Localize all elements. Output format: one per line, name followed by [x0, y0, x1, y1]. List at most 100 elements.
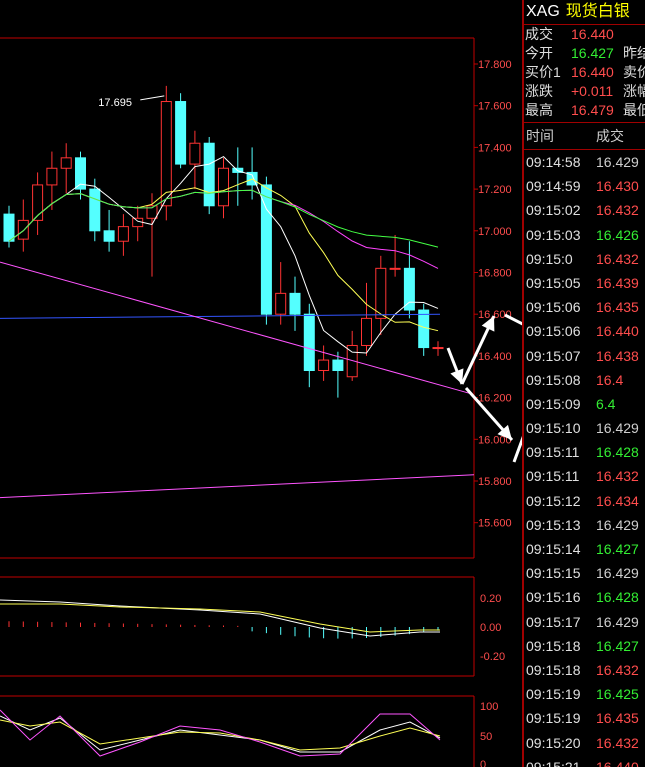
tick-row[interactable]: 09:15:08 16.4 — [524, 368, 645, 392]
tick-row[interactable]: 09:15:19 16.425 — [524, 682, 645, 706]
tick-row[interactable]: 09:15:16 16.428 — [524, 585, 645, 609]
macd-dea-line — [0, 603, 440, 633]
tick-row[interactable]: 09:15:06 16.435 — [524, 295, 645, 319]
tick-price: 16.440 — [596, 323, 639, 340]
tick-price: 16.432 — [596, 734, 639, 751]
tick-row[interactable]: 09:15:11 16.432 — [524, 464, 645, 488]
candle-body — [3, 213, 15, 242]
tick-price: 16.428 — [596, 444, 639, 461]
y-tick-label: 17.800 — [478, 59, 512, 71]
tick-time: 09:15:11 — [526, 468, 580, 485]
tick-price: 16.428 — [596, 589, 639, 606]
candle-body — [218, 167, 229, 207]
macd-tick-label: -0.20 — [480, 651, 505, 663]
tick-row[interactable]: 09:14:58 16.429 — [524, 150, 645, 174]
tick-row[interactable]: 09:15:05 16.439 — [524, 271, 645, 295]
tick-time: 09:15:13 — [526, 516, 581, 533]
tick-row[interactable]: 09:15:02 16.432 — [524, 198, 645, 222]
tick-row[interactable]: 09:14:59 16.430 — [524, 174, 645, 198]
tick-row[interactable]: 09:15:11 16.428 — [524, 440, 645, 464]
candle-body — [60, 157, 72, 169]
quote-label: 买价1 — [525, 64, 561, 80]
tick-time: 09:15:14 — [526, 541, 581, 557]
trend-line-down — [0, 261, 471, 394]
tick-row[interactable]: 09:15:18 16.432 — [524, 658, 645, 682]
y-tick-label: 16.800 — [478, 268, 512, 280]
quote-label: 成交 — [525, 26, 553, 42]
candle-body — [361, 317, 372, 346]
tick-time: 09:15:20 — [526, 734, 581, 751]
tick-price: 16.429 — [596, 420, 639, 437]
quote-table: 成交 16.440 今开 16.427 昨结买价1 16.440 卖价1 涨跌 +0.011 涨幅… — [524, 25, 645, 123]
quote-row: 涨跌 +0.011 涨幅 — [524, 82, 645, 101]
tick-price: 16.432 — [596, 661, 639, 678]
tick-list[interactable]: 09:14:58 16.429 09:14:59 16.430 09:15:02 16.4… — [524, 150, 645, 767]
candle-body — [318, 359, 330, 371]
tick-row[interactable]: 09:15:14 16.427 — [524, 537, 645, 561]
tick-time: 09:15:0 — [526, 250, 573, 267]
tick-time: 09:15:15 — [526, 565, 581, 582]
tick-price: 16.429 — [596, 613, 639, 630]
quote-row: 成交 16.440 — [524, 25, 645, 44]
tick-time: 09:15:02 — [526, 202, 581, 219]
symbol-name: 现货白银 — [565, 3, 630, 20]
tick-time: 09:15:05 — [526, 274, 581, 291]
tick-time: 09:15:16 — [526, 589, 581, 606]
tick-row[interactable]: 09:15:03 16.426 — [524, 223, 645, 247]
tick-row[interactable]: 09:15:12 16.434 — [524, 489, 645, 513]
tick-price: 16.435 — [596, 710, 639, 727]
quote-row: 买价1 16.440 卖价1 — [524, 63, 645, 82]
ma60-line — [0, 313, 441, 319]
y-tick-label: 16.400 — [478, 351, 512, 363]
candle-body — [289, 292, 301, 315]
candle-body — [175, 101, 187, 165]
quote-label-2: 昨结 — [623, 45, 645, 61]
ticks-header: 时间 成交 — [524, 123, 645, 150]
tick-time: 09:15:07 — [526, 347, 581, 364]
tick-price: 16.435 — [596, 299, 639, 316]
quote-label: 最高 — [525, 102, 553, 118]
quote-row: 今开 16.427 昨结 — [524, 44, 645, 63]
tick-row[interactable]: 09:15:17 16.429 — [524, 610, 645, 634]
tick-price: 16.4 — [596, 371, 624, 388]
tick-price: 16.438 — [596, 347, 639, 364]
tick-row[interactable]: 09:15:21 16.440 — [524, 755, 645, 767]
tick-price: 16.429 — [596, 516, 639, 533]
tick-row[interactable]: 09:15:15 16.429 — [524, 561, 645, 585]
y-tick-label: 17.600 — [478, 101, 512, 113]
tick-row[interactable]: 09:15:18 16.427 — [524, 634, 645, 658]
tick-row[interactable]: 09:15:10 16.429 — [524, 416, 645, 440]
candle-body — [418, 309, 430, 349]
quote-value: 16.440 — [571, 26, 614, 42]
tick-time: 09:15:08 — [526, 371, 581, 388]
y-tick-label: 17.200 — [478, 184, 512, 196]
tick-row[interactable]: 09:15:20 16.432 — [524, 731, 645, 755]
candle-body — [403, 267, 415, 311]
candle-body — [275, 292, 287, 315]
tick-price: 16.440 — [596, 758, 639, 767]
arrow-5 — [512, 435, 522, 463]
tick-time: 09:15:10 — [526, 420, 581, 437]
y-tick-label: 16.200 — [478, 393, 512, 405]
tick-time: 09:15:17 — [526, 613, 581, 630]
tick-price: 16.426 — [596, 226, 639, 243]
quote-label-2: 涨幅 — [623, 83, 645, 99]
tick-row[interactable]: 09:15:0 16.432 — [524, 247, 645, 271]
tick-row[interactable]: 09:15:09 6.4 — [524, 392, 645, 416]
tick-row[interactable]: 09:15:07 16.438 — [524, 344, 645, 368]
tick-row[interactable]: 09:15:19 16.435 — [524, 706, 645, 730]
quote-label: 今开 — [525, 45, 553, 61]
quote-label-2: 卖价1 — [623, 64, 645, 80]
candle-body — [432, 347, 444, 350]
candle-body — [375, 267, 387, 319]
tick-time: 09:14:59 — [526, 178, 581, 195]
y-tick-label: 15.600 — [478, 518, 512, 530]
candle-body — [46, 167, 58, 186]
candle-body — [89, 188, 101, 232]
tick-price: 16.432 — [596, 202, 639, 219]
tick-price: 16.425 — [596, 686, 639, 703]
tick-row[interactable]: 09:15:13 16.429 — [524, 513, 645, 537]
candlestick-chart[interactable]: 17.80017.60017.40017.20017.00016.80016.6… — [0, 0, 522, 767]
tick-price: 16.434 — [596, 492, 639, 509]
tick-row[interactable]: 09:15:06 16.440 — [524, 319, 645, 343]
